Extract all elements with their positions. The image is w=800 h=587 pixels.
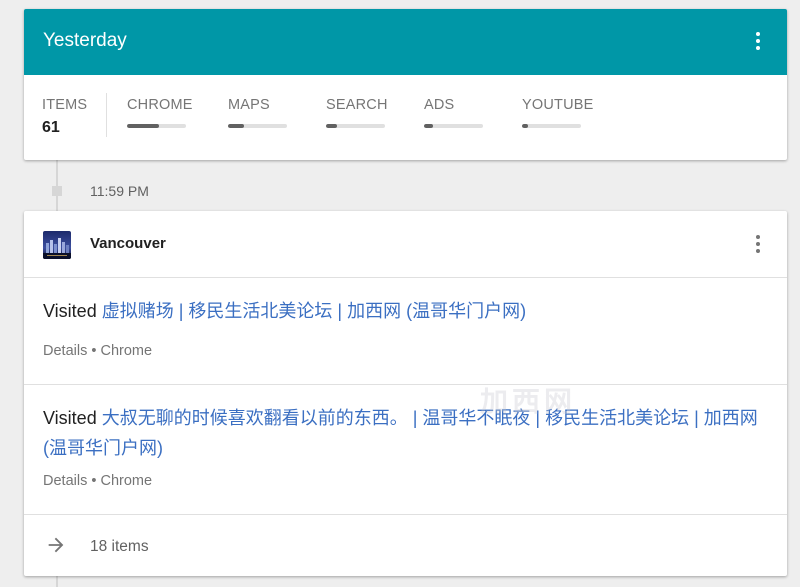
stat-youtube-bar [522, 124, 581, 128]
stats-row: ITEMS 61 CHROME MAPS SEARCH ADS YOUTUBE [24, 75, 787, 160]
entry-text: Visited 大叔无聊的时候喜欢翻看以前的东西。 | 温哥华不眠夜 | 移民生… [43, 403, 768, 463]
stat-youtube-label: YOUTUBE [522, 97, 594, 113]
stat-maps-label: MAPS [228, 97, 270, 113]
entry-text: Visited 虚拟赌场 | 移民生活北美论坛 | 加西网 (温哥华门户网) [43, 296, 768, 326]
stat-divider [106, 93, 107, 137]
entry-meta: Details • Chrome [43, 343, 152, 359]
meta-separator: • [91, 343, 97, 359]
details-link[interactable]: Details [43, 343, 87, 359]
visit-card: Vancouver Visited 虚拟赌场 | 移民生活北美论坛 | 加西网 … [24, 211, 787, 576]
visit-more-options-icon[interactable] [746, 232, 770, 256]
stat-items-label: ITEMS [42, 97, 88, 113]
arrow-right-icon [48, 537, 64, 553]
stat-search[interactable]: SEARCH [326, 97, 388, 128]
meta-separator: • [91, 473, 97, 489]
timeline-time: 11:59 PM [90, 183, 149, 199]
stat-items: ITEMS 61 [42, 97, 87, 137]
entry-link[interactable]: 大叔无聊的时候喜欢翻看以前的东西。 | 温哥华不眠夜 | 移民生活北美论坛 | … [43, 408, 758, 458]
entry-prefix: Visited [43, 301, 97, 321]
list-item: Visited 虚拟赌场 | 移民生活北美论坛 | 加西网 (温哥华门户网) D… [24, 278, 787, 385]
stat-ads-label: ADS [424, 97, 455, 113]
entry-source: Chrome [100, 473, 153, 489]
entry-meta: Details • Chrome [43, 473, 152, 489]
entry-link[interactable]: 虚拟赌场 | 移民生活北美论坛 | 加西网 (温哥华门户网) [102, 301, 526, 321]
stat-search-bar [326, 124, 385, 128]
stat-ads[interactable]: ADS [424, 97, 483, 128]
stat-ads-bar [424, 124, 483, 128]
stat-search-label: SEARCH [326, 97, 388, 113]
more-items-label: 18 items [90, 538, 149, 555]
entry-prefix: Visited [43, 408, 97, 428]
stat-maps-bar [228, 124, 287, 128]
details-link[interactable]: Details [43, 473, 87, 489]
stat-chrome-bar [127, 124, 186, 128]
place-name: Vancouver [90, 235, 166, 252]
place-thumbnail-image [43, 231, 71, 259]
stat-youtube[interactable]: YOUTUBE [522, 97, 594, 128]
stat-items-count: 61 [42, 119, 60, 136]
visit-header: Vancouver [24, 211, 787, 278]
summary-more-options-icon[interactable] [746, 29, 770, 53]
stat-maps[interactable]: MAPS [228, 97, 287, 128]
timeline-dot [52, 186, 62, 196]
timeline-line-bottom [56, 576, 58, 587]
stat-chrome-label: CHROME [127, 97, 193, 113]
stat-chrome[interactable]: CHROME [127, 97, 193, 128]
summary-title: Yesterday [43, 30, 127, 51]
list-item: Visited 大叔无聊的时候喜欢翻看以前的东西。 | 温哥华不眠夜 | 移民生… [24, 385, 787, 515]
entry-source: Chrome [100, 343, 153, 359]
summary-card: Yesterday ITEMS 61 CHROME MAPS SEARCH AD… [24, 9, 787, 160]
show-more-items-row[interactable]: 18 items [24, 515, 787, 577]
summary-header: Yesterday [24, 9, 787, 75]
